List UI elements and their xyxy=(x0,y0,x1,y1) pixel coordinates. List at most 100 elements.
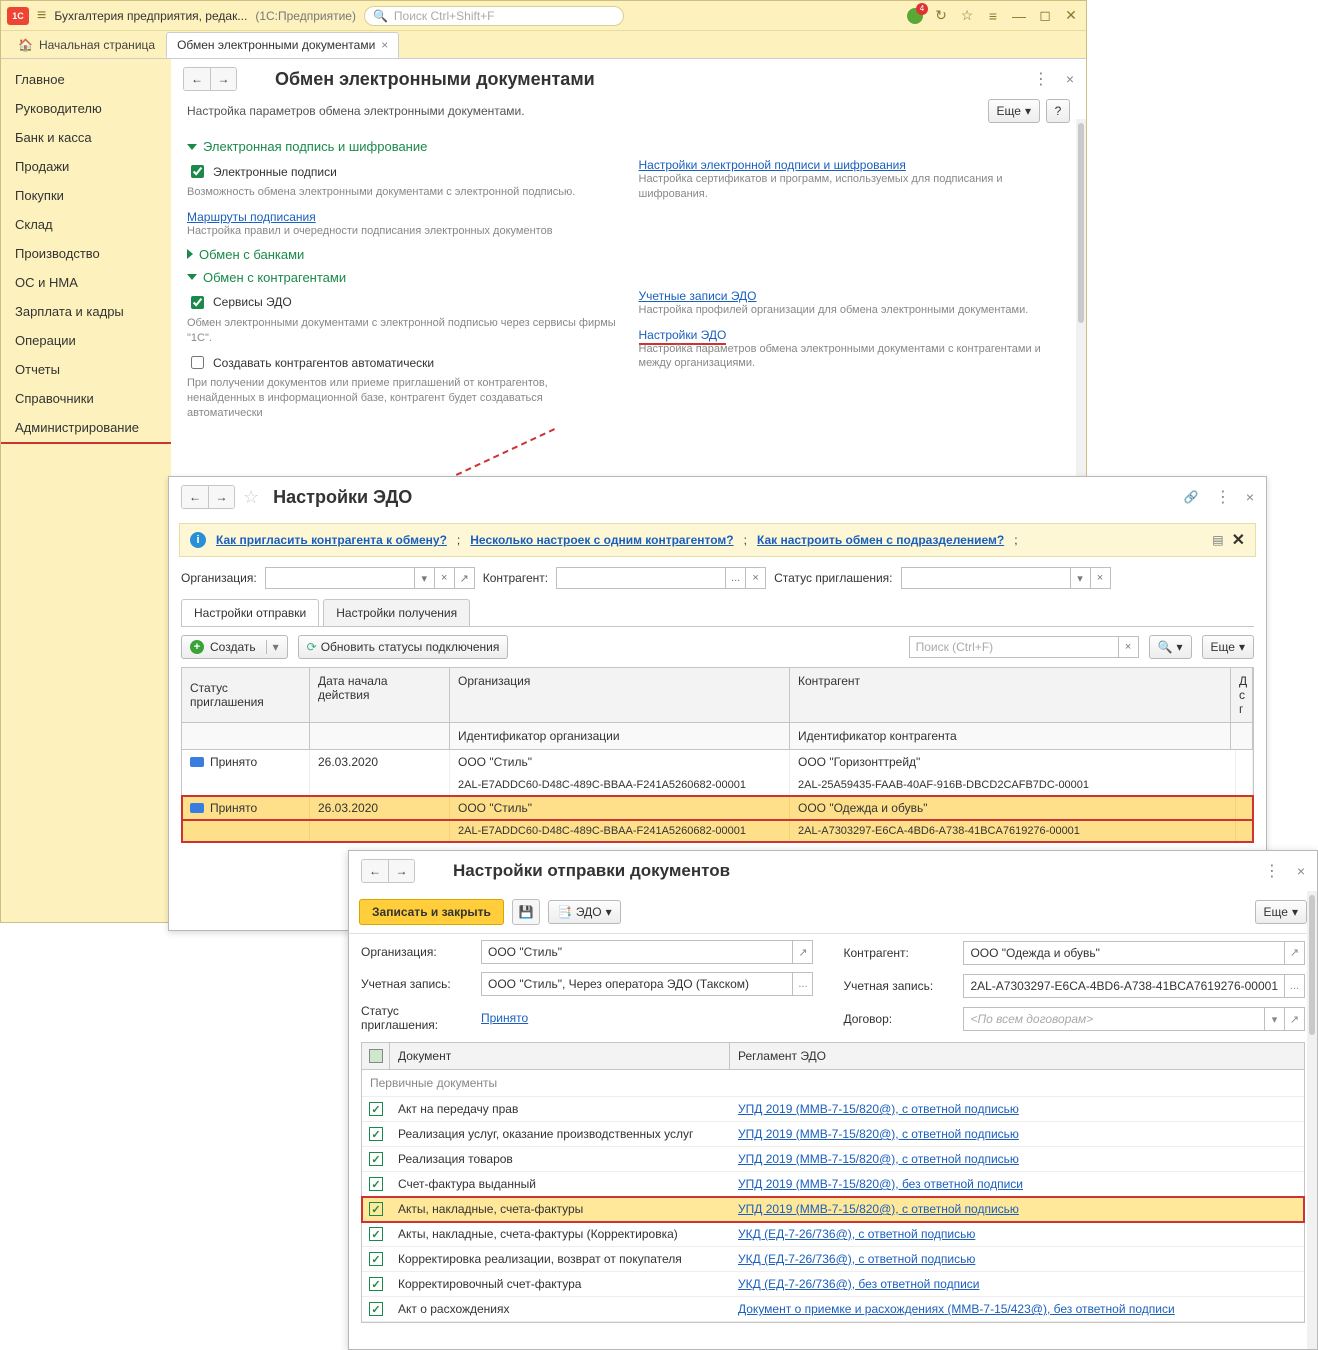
sidebar-item-main[interactable]: Главное xyxy=(1,65,171,94)
infobar-close-icon[interactable]: ✕ xyxy=(1232,530,1245,550)
nav-fwd-icon[interactable]: → xyxy=(210,68,236,90)
section-counterparties[interactable]: Обмен с контрагентами xyxy=(187,270,1070,285)
tab-home[interactable]: 🏠 Начальная страница xyxy=(7,32,166,58)
reglament-link[interactable]: УКД (ЕД-7-26/736@), без ответной подписи xyxy=(738,1277,979,1291)
reglament-link[interactable]: УПД 2019 (ММВ-7-15/820@), с ответной под… xyxy=(738,1102,1019,1116)
search-button[interactable]: 🔍 ▾ xyxy=(1149,635,1192,659)
table-row[interactable]: Принято 26.03.2020 ООО "Стиль" ООО "Одеж… xyxy=(182,796,1253,820)
tab-close-icon[interactable]: × xyxy=(381,38,388,52)
tab-recv[interactable]: Настройки получения xyxy=(323,599,470,626)
col-check[interactable] xyxy=(362,1043,390,1069)
check-all-icon[interactable] xyxy=(369,1049,383,1063)
help-link-2[interactable]: Несколько настроек с одним контрагентом? xyxy=(470,533,733,547)
col-cnt[interactable]: Контрагент xyxy=(790,668,1231,722)
grid-search[interactable]: Поиск (Ctrl+F)× xyxy=(909,636,1139,658)
table-row[interactable]: ✓Корректировочный счет-фактураУКД (ЕД-7-… xyxy=(362,1272,1304,1297)
check-icon[interactable]: ✓ xyxy=(369,1102,383,1116)
col-document[interactable]: Документ xyxy=(390,1043,730,1069)
minimize-icon[interactable]: — xyxy=(1010,7,1028,25)
list-icon[interactable]: ▤ xyxy=(1212,533,1223,547)
sidebar-item-admin[interactable]: Администрирование xyxy=(1,413,171,444)
nav-back-icon[interactable]: ← xyxy=(362,860,388,882)
nav-fwd-icon[interactable]: → xyxy=(208,486,234,508)
maximize-icon[interactable]: ◻ xyxy=(1036,7,1054,25)
more-button[interactable]: Еще ▾ xyxy=(988,99,1040,123)
table-row[interactable]: Принято 26.03.2020 ООО "Стиль" ООО "Гори… xyxy=(182,750,1253,774)
reglament-link[interactable]: УПД 2019 (ММВ-7-15/820@), без ответной п… xyxy=(738,1177,1023,1191)
page-close-icon[interactable]: × xyxy=(1066,71,1074,87)
field-account-r[interactable]: 2AL-A7303297-E6CA-4BD6-A738-41BCA7619276… xyxy=(963,974,1305,998)
kebab-icon[interactable]: ⋮ xyxy=(1215,487,1230,507)
checkbox-esign[interactable] xyxy=(191,165,204,178)
check-icon[interactable]: ✓ xyxy=(369,1127,383,1141)
edo-menu-button[interactable]: 📑ЭДО ▾ xyxy=(548,900,621,924)
table-row[interactable]: ✓Акт о расхожденияхДокумент о приемке и … xyxy=(362,1297,1304,1322)
save-icon-button[interactable]: 💾 xyxy=(512,899,540,925)
check-icon[interactable]: ✓ xyxy=(369,1152,383,1166)
panel-close-icon[interactable]: × xyxy=(1246,489,1254,505)
filter-status[interactable]: ▾× xyxy=(901,567,1111,589)
field-org[interactable]: ООО "Стиль"↗ xyxy=(481,940,813,964)
link-sign-settings[interactable]: Настройки электронной подписи и шифрован… xyxy=(639,158,906,172)
field-counterparty[interactable]: ООО "Одежда и обувь"↗ xyxy=(963,941,1305,965)
filter-org[interactable]: ▾×↗ xyxy=(265,567,475,589)
status-link[interactable]: Принято xyxy=(481,1011,528,1025)
help-button[interactable]: ? xyxy=(1046,99,1070,123)
history-icon[interactable]: ↻ xyxy=(932,7,950,25)
reglament-link[interactable]: УПД 2019 (ММВ-7-15/820@), с ответной под… xyxy=(738,1152,1019,1166)
save-close-button[interactable]: Записать и закрыть xyxy=(359,899,504,925)
sidebar-item-purchases[interactable]: Покупки xyxy=(1,181,171,210)
sidebar-item-assets[interactable]: ОС и НМА xyxy=(1,268,171,297)
burger-icon[interactable]: ≡ xyxy=(37,7,46,25)
field-contract[interactable]: <По всем договорам>▾↗ xyxy=(963,1007,1305,1031)
table-row[interactable]: ✓Реализация товаровУПД 2019 (ММВ-7-15/82… xyxy=(362,1147,1304,1172)
section-banks[interactable]: Обмен с банками xyxy=(187,247,1070,262)
check-icon[interactable]: ✓ xyxy=(369,1202,383,1216)
filter-cnt[interactable]: ...× xyxy=(556,567,766,589)
tab-edo-exchange[interactable]: Обмен электронными документами × xyxy=(166,32,399,58)
kebab-icon[interactable]: ⋮ xyxy=(1264,861,1279,881)
menu-icon[interactable]: ≡ xyxy=(984,7,1002,25)
col-org[interactable]: Организация xyxy=(450,668,790,722)
nav-back-icon[interactable]: ← xyxy=(182,486,208,508)
more-button[interactable]: Еще ▾ xyxy=(1255,900,1307,924)
help-link-1[interactable]: Как пригласить контрагента к обмену? xyxy=(216,533,447,547)
link-edo-accounts[interactable]: Учетные записи ЭДО xyxy=(639,289,757,303)
col-reglament[interactable]: Регламент ЭДО xyxy=(730,1043,1304,1069)
nav-fwd-icon[interactable]: → xyxy=(388,860,414,882)
table-row[interactable]: ✓Акт на передачу правУПД 2019 (ММВ-7-15/… xyxy=(362,1097,1304,1122)
sidebar-item-stock[interactable]: Склад xyxy=(1,210,171,239)
checkbox-edo-services[interactable] xyxy=(191,296,204,309)
check-icon[interactable]: ✓ xyxy=(369,1227,383,1241)
table-row[interactable]: ✓Счет-фактура выданныйУПД 2019 (ММВ-7-15… xyxy=(362,1172,1304,1197)
star-icon[interactable]: ☆ xyxy=(958,7,976,25)
check-icon[interactable]: ✓ xyxy=(369,1252,383,1266)
sidebar-item-directories[interactable]: Справочники xyxy=(1,384,171,413)
sidebar-item-manager[interactable]: Руководителю xyxy=(1,94,171,123)
refresh-statuses-button[interactable]: ⟳Обновить статусы подключения xyxy=(298,635,509,659)
notifications-icon[interactable]: 4 xyxy=(906,7,924,25)
reglament-link[interactable]: Документ о приемке и расхождениях (ММВ-7… xyxy=(738,1302,1175,1316)
favorite-star-icon[interactable]: ☆ xyxy=(243,487,259,508)
sidebar-item-salary[interactable]: Зарплата и кадры xyxy=(1,297,171,326)
reglament-link[interactable]: УКД (ЕД-7-26/736@), с ответной подписью xyxy=(738,1227,975,1241)
field-account[interactable]: ООО "Стиль", Через оператора ЭДО (Такско… xyxy=(481,972,813,996)
link-routes[interactable]: Маршруты подписания xyxy=(187,210,316,224)
tab-send[interactable]: Настройки отправки xyxy=(181,599,319,626)
more-button[interactable]: Еще ▾ xyxy=(1202,635,1254,659)
kebab-icon[interactable]: ⋮ xyxy=(1033,69,1048,89)
reglament-link[interactable]: УПД 2019 (ММВ-7-15/820@), с ответной под… xyxy=(738,1202,1019,1216)
reglament-link[interactable]: УКД (ЕД-7-26/736@), с ответной подписью xyxy=(738,1252,975,1266)
global-search[interactable]: 🔍 Поиск Ctrl+Shift+F xyxy=(364,6,624,26)
panel-close-icon[interactable]: × xyxy=(1297,863,1305,879)
check-icon[interactable]: ✓ xyxy=(369,1177,383,1191)
link-icon[interactable]: 🔗 xyxy=(1184,490,1199,504)
sidebar-item-reports[interactable]: Отчеты xyxy=(1,355,171,384)
col-status[interactable]: Статус приглашения xyxy=(182,668,310,722)
sidebar-item-production[interactable]: Производство xyxy=(1,239,171,268)
check-icon[interactable]: ✓ xyxy=(369,1277,383,1291)
sidebar-item-sales[interactable]: Продажи xyxy=(1,152,171,181)
table-row[interactable]: ✓Реализация услуг, оказание производстве… xyxy=(362,1122,1304,1147)
checkbox-auto-create[interactable] xyxy=(191,356,204,369)
col-date[interactable]: Дата начала действия xyxy=(310,668,450,722)
